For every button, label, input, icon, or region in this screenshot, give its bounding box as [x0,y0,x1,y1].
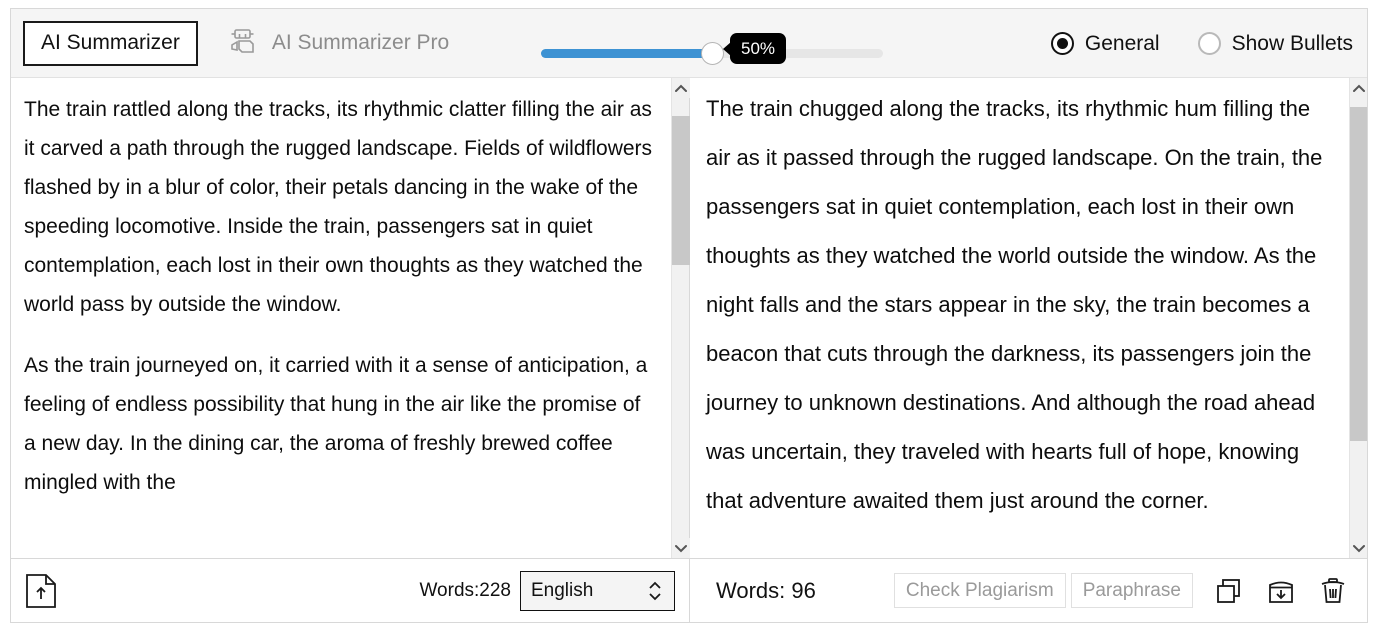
source-paragraph: As the train journeyed on, it carried wi… [24,354,648,494]
copy-icon[interactable] [1209,571,1249,611]
summary-paragraph: The train chugged along the tracks, its … [706,96,1323,513]
summary-panel: The train chugged along the tracks, its … [690,78,1367,622]
scroll-up-button[interactable] [671,78,690,98]
tab-ai-summarizer-pro-label: AI Summarizer Pro [271,31,450,54]
editor-body: The train rattled along the tracks, its … [11,78,1367,622]
download-icon[interactable] [1261,571,1301,611]
summary-panel-body: The train chugged along the tracks, its … [690,78,1367,559]
source-footer: Words:228 English [11,559,689,622]
slider-value-label: 50% [741,38,776,58]
slider-thumb[interactable] [701,42,724,65]
language-select[interactable]: English [520,570,675,611]
summary-word-count: Words: 96 [716,577,816,603]
mode-radio-group: General Show Bullets [1050,9,1353,78]
radio-option-show-bullets[interactable]: Show Bullets [1197,31,1353,56]
scroll-up-button[interactable] [1349,78,1367,98]
robot-icon [226,26,260,60]
source-scrollbar-thumb[interactable] [671,115,690,266]
slider-fill [541,49,712,58]
source-text-area[interactable]: The train rattled along the tracks, its … [11,78,671,558]
slider-value-tooltip: 50% [722,33,787,64]
source-scrollbar-track[interactable] [671,98,690,538]
source-panel-body: The train rattled along the tracks, its … [11,78,690,559]
chevron-updown-icon [646,578,664,604]
check-plagiarism-button[interactable]: Check Plagiarism [893,573,1066,608]
source-scrollbar[interactable] [671,78,690,558]
source-word-count: Words:228 [419,579,511,601]
source-paragraph: The train rattled along the tracks, its … [24,98,653,316]
summary-scrollbar-track[interactable] [1349,98,1367,538]
summary-scrollbar-thumb[interactable] [1349,106,1367,442]
language-select-value: English [531,579,594,601]
scroll-down-button[interactable] [1349,538,1367,558]
scroll-down-button[interactable] [671,538,690,558]
tab-ai-summarizer[interactable]: AI Summarizer [23,20,198,66]
trash-icon[interactable] [1313,571,1353,611]
summary-length-slider[interactable]: 50% [541,33,883,65]
upload-document-icon[interactable] [25,573,57,609]
radio-indicator-show-bullets[interactable] [1197,32,1221,55]
toolbar: AI Summarizer AI Summarizer Pro 50% Gene… [11,9,1367,78]
radio-option-general[interactable]: General [1050,31,1160,56]
paraphrase-button[interactable]: Paraphrase [1070,573,1193,608]
summary-text-area[interactable]: The train chugged along the tracks, its … [690,78,1349,558]
tab-ai-summarizer-label: AI Summarizer [41,31,180,54]
summary-scrollbar[interactable] [1349,78,1367,558]
radio-indicator-general[interactable] [1050,32,1074,55]
ai-summarizer-window: AI Summarizer AI Summarizer Pro 50% Gene… [10,8,1368,623]
source-panel: The train rattled along the tracks, its … [11,78,690,622]
summary-footer: Words: 96 Check Plagiarism Paraphrase [690,559,1367,622]
radio-label-show-bullets: Show Bullets [1231,31,1353,55]
radio-label-general: General [1084,31,1160,55]
tab-ai-summarizer-pro[interactable]: AI Summarizer Pro [226,26,449,60]
